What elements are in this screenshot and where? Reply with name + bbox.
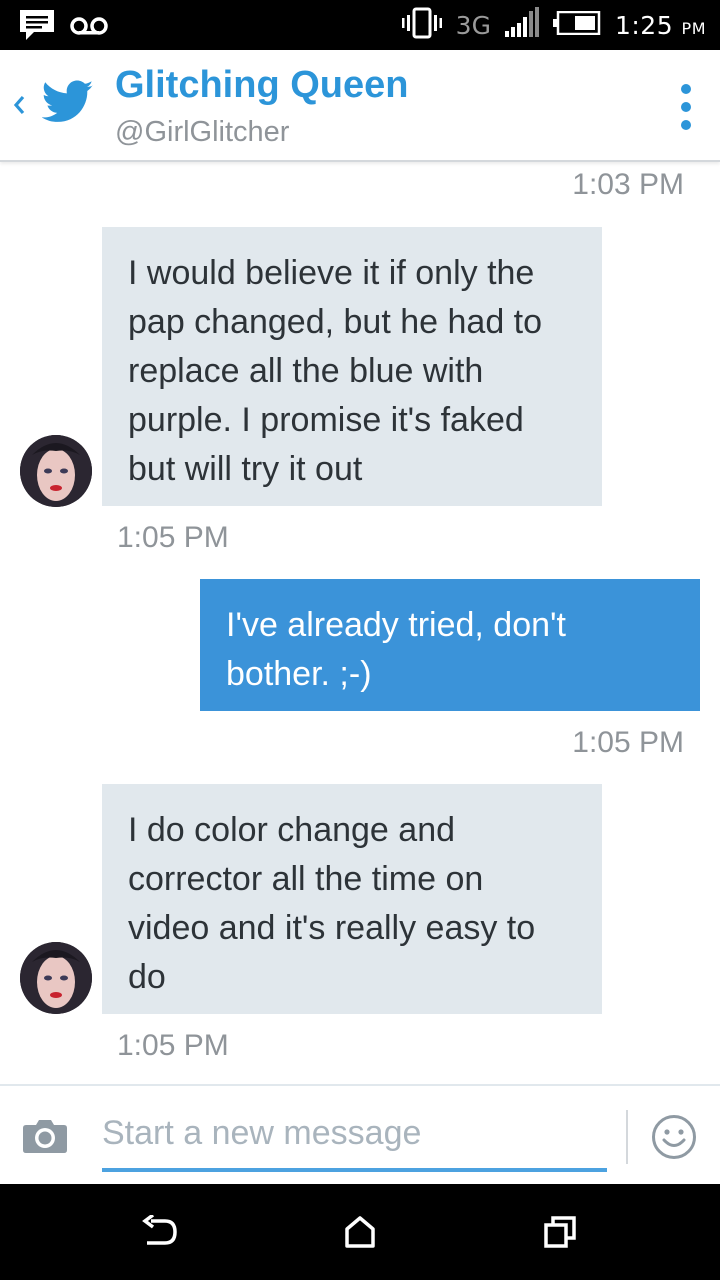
conversation-header: Glitching Queen @GirlGlitcher bbox=[0, 50, 720, 162]
home-nav-icon[interactable] bbox=[340, 1212, 380, 1252]
message-line: I would believe it if only the bbox=[128, 254, 535, 292]
input-underline bbox=[102, 1168, 607, 1172]
message-notification-icon bbox=[18, 8, 56, 49]
status-bar: 3G 1:25 PM bbox=[0, 0, 720, 50]
incoming-message-bubble[interactable]: I would believe it if only the pap chang… bbox=[102, 227, 602, 506]
message-line: video and it's really easy to bbox=[128, 909, 536, 947]
vibrate-icon bbox=[401, 7, 442, 44]
divider bbox=[626, 1110, 628, 1164]
message-timestamp: 1:05 PM bbox=[117, 1029, 229, 1062]
message-timestamp: 1:05 PM bbox=[117, 521, 229, 554]
outgoing-message-bubble[interactable]: I've already tried, don't bother. ;-) bbox=[200, 579, 700, 711]
emoji-icon[interactable] bbox=[651, 1114, 697, 1165]
back-icon bbox=[13, 95, 25, 115]
message-line: corrector all the time on bbox=[128, 860, 484, 898]
message-composer bbox=[0, 1084, 720, 1184]
conversation-title: Glitching Queen bbox=[115, 64, 409, 106]
network-type: 3G bbox=[455, 10, 491, 40]
conversation-handle: @GirlGlitcher bbox=[115, 116, 290, 148]
message-input[interactable] bbox=[102, 1108, 607, 1158]
overflow-menu-icon[interactable] bbox=[668, 80, 704, 134]
message-line: replace all the blue with bbox=[128, 352, 484, 390]
message-line: do bbox=[128, 958, 166, 996]
message-line: I do color change and bbox=[128, 811, 456, 849]
voicemail-icon bbox=[70, 15, 108, 42]
message-line: pap changed, but he had to bbox=[128, 303, 543, 341]
clock: 1:25 PM bbox=[614, 10, 706, 40]
message-timestamp: 1:05 PM bbox=[572, 726, 684, 759]
battery-icon bbox=[552, 10, 601, 40]
incoming-message-bubble[interactable]: I do color change and corrector all the … bbox=[102, 784, 602, 1014]
avatar[interactable] bbox=[20, 435, 92, 507]
message-line: purple. I promise it's faked bbox=[128, 401, 524, 439]
avatar[interactable] bbox=[20, 942, 92, 1014]
twitter-bird-icon bbox=[41, 80, 94, 129]
camera-icon[interactable] bbox=[22, 1118, 68, 1159]
system-nav-bar bbox=[0, 1184, 720, 1280]
back-button[interactable] bbox=[8, 80, 30, 130]
message-line: but will try it out bbox=[128, 450, 363, 488]
message-line: bother. ;-) bbox=[226, 655, 372, 693]
signal-icon bbox=[504, 6, 539, 44]
recent-apps-icon[interactable] bbox=[540, 1212, 580, 1252]
message-line: I've already tried, don't bbox=[226, 606, 566, 644]
message-timestamp: 1:03 PM bbox=[572, 168, 684, 201]
back-nav-icon[interactable] bbox=[140, 1212, 180, 1252]
